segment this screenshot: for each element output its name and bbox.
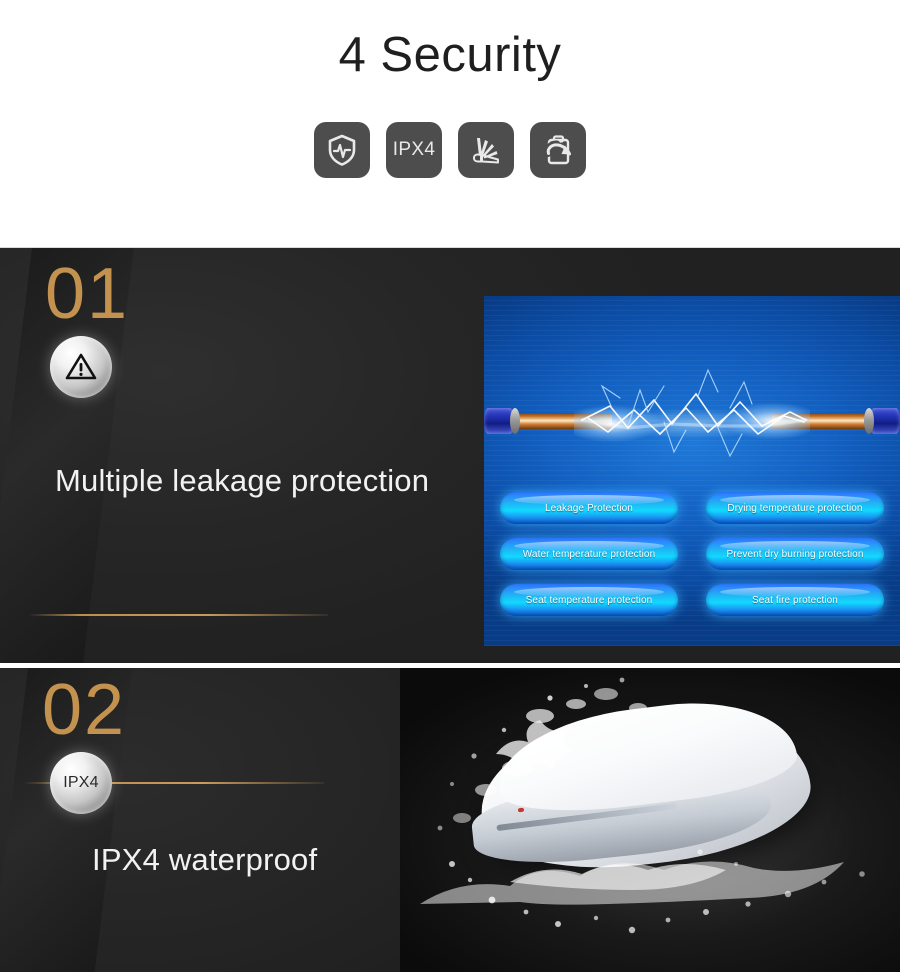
pill-prevent-dry-burning-protection: Prevent dry burning protection <box>706 538 884 570</box>
header-banner: 4 Security IPX4 <box>0 0 900 248</box>
section-ipx4-waterproof: 02 IPX4 IPX4 waterproof <box>0 668 900 972</box>
pill-label: Seat fire protection <box>752 594 838 606</box>
section-leakage-protection: 01 Multiple leakage protection Leakage P… <box>0 248 900 663</box>
section-02-number: 02 <box>42 670 127 750</box>
spray-nozzle-icon <box>458 122 514 178</box>
pill-label: Leakage Protection <box>545 502 633 514</box>
pill-seat-fire-protection: Seat fire protection <box>706 584 884 616</box>
feature-icon-row: IPX4 <box>0 122 900 178</box>
shield-pulse-icon <box>314 122 370 178</box>
section-01-gold-rule <box>28 614 328 616</box>
clipboard-refresh-icon <box>530 122 586 178</box>
section-01-headline: Multiple leakage protection <box>55 463 430 498</box>
ipx4-icon-label: IPX4 <box>392 139 436 160</box>
ipx4-icon: IPX4 <box>386 122 442 178</box>
pill-label: Prevent dry burning protection <box>726 548 864 560</box>
protection-pill-grid: Leakage Protection Drying temperature pr… <box>500 492 884 616</box>
electric-arc-panel: Leakage Protection Drying temperature pr… <box>484 296 900 646</box>
pill-label: Water temperature protection <box>522 548 656 560</box>
section-01-number: 01 <box>45 254 130 334</box>
pill-label: Seat temperature protection <box>525 594 653 606</box>
toilet-seat-splash-photo <box>400 668 900 972</box>
lightning-arc-icon <box>580 368 808 458</box>
pill-label: Drying temperature protection <box>727 502 863 514</box>
page-title: 4 Security <box>338 28 562 82</box>
warning-triangle-icon <box>50 336 112 398</box>
pill-drying-temperature-protection: Drying temperature protection <box>706 492 884 524</box>
ipx4-badge-label: IPX4 <box>63 774 99 791</box>
pill-seat-temperature-protection: Seat temperature protection <box>500 584 678 616</box>
pill-leakage-protection: Leakage Protection <box>500 492 678 524</box>
section-02-headline: IPX4 waterproof <box>92 842 318 877</box>
pill-water-temperature-protection: Water temperature protection <box>500 538 678 570</box>
ipx4-badge-icon: IPX4 <box>50 752 112 814</box>
